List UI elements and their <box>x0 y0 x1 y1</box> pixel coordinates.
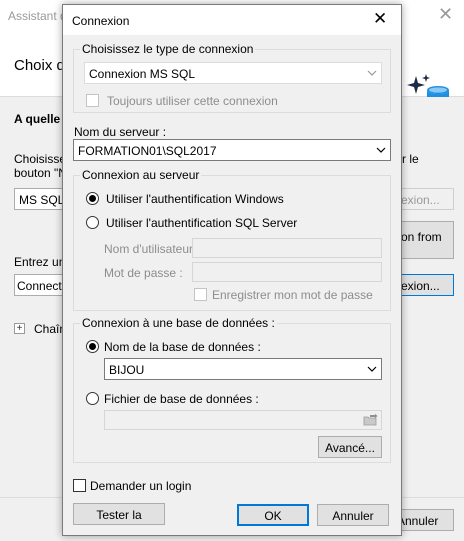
server-connection-group-label: Connexion au serveur <box>80 168 202 182</box>
connection-type-select[interactable]: Connexion MS SQL <box>84 62 382 84</box>
test-button[interactable]: Tester la <box>73 503 165 525</box>
chevron-down-icon <box>376 147 386 153</box>
db-file-label: Fichier de base de données : <box>104 392 259 406</box>
wizard-close-icon[interactable]: ✕ <box>438 4 453 25</box>
save-password-checkbox[interactable] <box>194 288 207 301</box>
connection-type-group: Choisissez le type de connexion Connexio… <box>73 42 391 113</box>
server-name-label: Nom du serveur : <box>74 125 167 139</box>
wizard-right-text: r le <box>402 152 419 166</box>
connection-type-group-label: Choisissez le type de connexion <box>80 42 256 56</box>
always-use-label: Toujours utiliser cette connexion <box>107 94 278 108</box>
advanced-button[interactable]: Avancé... <box>318 436 382 458</box>
connection-dialog: Connexion ✕ Choisissez le type de connex… <box>62 4 402 536</box>
close-icon[interactable]: ✕ <box>373 10 387 28</box>
chevron-down-icon <box>367 366 377 372</box>
expand-icon[interactable]: + <box>14 323 25 334</box>
db-name-select[interactable]: BIJOU <box>104 358 382 380</box>
username-label: Nom d'utilisateur <box>104 242 193 256</box>
ask-login-checkbox[interactable] <box>73 479 86 492</box>
always-use-checkbox[interactable] <box>86 94 99 107</box>
ok-button[interactable]: OK <box>237 504 309 526</box>
wizard-from-button[interactable]: on from <box>398 221 454 259</box>
browse-folder-icon[interactable] <box>363 413 378 427</box>
database-group-label: Connexion à une base de données : <box>80 316 277 330</box>
auth-sql-label: Utiliser l'authentification SQL Server <box>106 216 298 230</box>
server-connection-group: Connexion au serveur Utiliser l'authenti… <box>73 168 391 311</box>
db-name-value: BIJOU <box>109 363 145 377</box>
server-name-select[interactable]: FORMATION01\SQL2017 <box>73 139 391 161</box>
password-field[interactable] <box>192 262 382 282</box>
ask-login-label: Demander un login <box>90 479 192 493</box>
password-label: Mot de passe : <box>104 266 183 280</box>
wizard-enter-text: Entrez un <box>14 255 66 269</box>
auth-sql-radio[interactable] <box>86 216 99 229</box>
wizard-connexion-button-disabled: exion... <box>398 188 454 210</box>
chevron-down-icon <box>367 70 377 76</box>
cancel-button[interactable]: Annuler <box>317 504 389 526</box>
auth-windows-radio[interactable] <box>86 192 99 205</box>
save-password-label: Enregistrer mon mot de passe <box>212 288 373 302</box>
wizard-title: Assistant d <box>8 9 67 23</box>
db-name-radio[interactable] <box>86 340 99 353</box>
auth-windows-label: Utiliser l'authentification Windows <box>106 192 284 206</box>
server-name-value: FORMATION01\SQL2017 <box>78 144 217 158</box>
wizard-connexion-button[interactable]: exion... <box>398 274 454 296</box>
dialog-titlebar: Connexion ✕ <box>63 5 401 35</box>
database-connection-group: Connexion à une base de données : Nom de… <box>73 316 391 463</box>
db-file-radio[interactable] <box>86 392 99 405</box>
db-file-field[interactable] <box>104 410 382 430</box>
dialog-title: Connexion <box>72 14 130 28</box>
wizard-heading: Choix d <box>14 57 65 74</box>
wizard-question: A quelle <box>14 112 61 126</box>
connection-type-value: Connexion MS SQL <box>89 67 196 81</box>
username-field[interactable] <box>192 238 382 258</box>
db-name-label: Nom de la base de données : <box>104 340 261 354</box>
